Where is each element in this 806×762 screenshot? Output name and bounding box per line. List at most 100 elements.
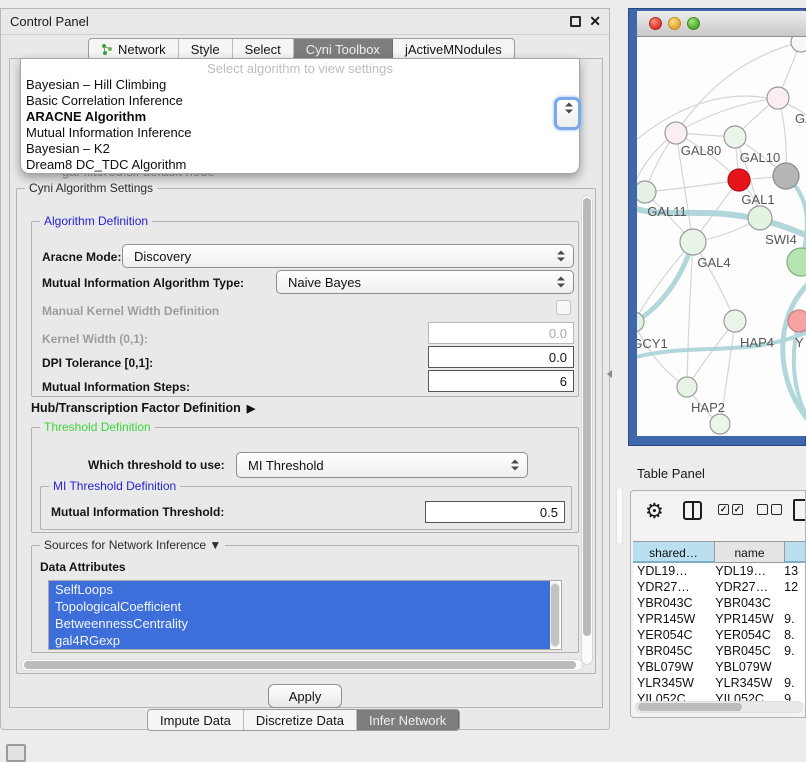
cell: 9. [778, 611, 806, 627]
kernel-width-field[interactable]: 0.0 [428, 322, 574, 344]
mi-steps-label: Mutual Information Steps: [42, 380, 190, 394]
list-item[interactable]: SelfLoops [49, 581, 550, 598]
collapse-arrow-icon[interactable]: ▼ [209, 538, 221, 552]
node-hap4[interactable] [724, 310, 746, 332]
node-label-gal4: GAL4 [697, 255, 730, 270]
data-attributes-label: Data Attributes [40, 560, 126, 574]
threshold-definition-legend: Threshold Definition [40, 420, 155, 434]
menu-item-basic-correlation[interactable]: Basic Correlation Inference [21, 93, 579, 109]
node-hap2[interactable] [677, 377, 697, 397]
table-row[interactable]: YDL19…YDL19…13 [633, 563, 806, 579]
node-gal10[interactable] [724, 126, 746, 148]
column-layout-icon[interactable] [683, 501, 702, 520]
mi-type-combobox[interactable]: Naive Bayes [276, 270, 574, 294]
cell: YDL19… [711, 563, 778, 579]
menu-item-mutual-information[interactable]: Mutual Information Inference [21, 125, 579, 141]
cell: YLR345W [633, 675, 711, 691]
panel-divider-scrollbar[interactable] [616, 487, 623, 545]
select-all-checkbox-icon[interactable]: ✓ [732, 504, 743, 515]
select-all-checkbox-icon[interactable]: ✓ [718, 504, 729, 515]
sources-legend-text: Sources for Network Inference [44, 538, 206, 552]
menu-item-bayesian-hill-climbing[interactable]: Bayesian – Hill Climbing [21, 77, 579, 93]
table-row[interactable]: YLR345WYLR345W9. [633, 675, 806, 691]
node-partial[interactable] [791, 37, 806, 52]
node-gal80[interactable] [665, 122, 687, 144]
table-row[interactable]: YBL079WYBL079W [633, 659, 806, 675]
algorithm-dropdown-placeholder: Select algorithm to view settings [21, 61, 579, 77]
minimized-window-icon[interactable] [6, 744, 26, 762]
manual-kernel-checkbox[interactable] [556, 300, 571, 315]
settings-horizontal-scrollbar[interactable] [21, 659, 583, 671]
node-gal1[interactable] [728, 169, 750, 191]
table-row[interactable]: YER054CYER054C8. [633, 627, 806, 643]
apply-button[interactable]: Apply [268, 684, 342, 708]
menu-item-bayesian-k2[interactable]: Bayesian – K2 [21, 141, 579, 157]
table-panel: ⚙ ✓ ✓ shared… name YDL19…YDL19…13 YDR27…… [630, 490, 806, 718]
column-header-cut[interactable] [785, 541, 806, 563]
table-header-row: shared… name [633, 541, 806, 563]
sources-legend[interactable]: Sources for Network Inference ▼ [40, 538, 225, 552]
node-pink[interactable] [788, 310, 806, 332]
kernel-width-label: Kernel Width (0,1): [42, 332, 148, 346]
node-gal11[interactable] [637, 181, 656, 203]
zoom-traffic-light-icon[interactable] [687, 17, 700, 30]
table-function-icon[interactable] [793, 499, 806, 521]
aracne-mode-combobox[interactable]: Discovery [122, 244, 574, 268]
mi-threshold-field[interactable]: 0.5 [425, 501, 565, 523]
deselect-checkbox-icon[interactable] [771, 504, 782, 515]
tab-style-label: Style [191, 42, 220, 57]
table-row[interactable]: YPR145WYPR145W9. [633, 611, 806, 627]
mi-type-value: Naive Bayes [288, 275, 361, 290]
tab-jactivemnodules[interactable]: jActiveMNodules [393, 39, 514, 59]
node-green[interactable] [787, 248, 806, 276]
hub-definition-text: Hub/Transcription Factor Definition [31, 401, 241, 415]
mi-steps-field[interactable]: 6 [428, 370, 574, 392]
table-body[interactable]: YDL19…YDL19…13 YDR27…YDR27…12 YBR043CYBR… [633, 563, 806, 703]
close-icon[interactable]: ✕ [589, 13, 601, 30]
expand-arrow-icon[interactable]: ▶ [247, 403, 255, 415]
list-item[interactable]: gal4RGexp [49, 632, 550, 649]
list-vertical-scrollbar[interactable] [550, 582, 560, 648]
menu-item-aracne[interactable]: ARACNE Algorithm [21, 109, 579, 125]
network-window-titlebar[interactable] [637, 11, 806, 37]
list-item[interactable]: TopologicalCoefficient [49, 598, 550, 615]
table-horizontal-scrollbar[interactable] [635, 701, 803, 713]
node-gray[interactable] [773, 163, 799, 189]
node-gal-cut[interactable] [767, 87, 789, 109]
tab-select[interactable]: Select [233, 39, 294, 59]
column-header-name[interactable]: name [715, 541, 785, 563]
tab-style[interactable]: Style [179, 39, 233, 59]
data-attributes-list[interactable]: SelfLoops TopologicalCoefficient Between… [48, 580, 562, 650]
node-label-gcy1: GCY1 [637, 336, 668, 351]
algorithm-combobox[interactable] [554, 97, 581, 130]
deselect-checkbox-icon[interactable] [757, 504, 768, 515]
menu-item-dream8[interactable]: Dream8 DC_TDC Algorithm [21, 157, 579, 173]
node-swi4[interactable] [748, 206, 772, 230]
cell [778, 595, 806, 611]
list-item[interactable]: BetweennessCentrality [49, 615, 550, 632]
tab-discretize-data-label: Discretize Data [256, 713, 344, 728]
table-row[interactable]: YBR043CYBR043C [633, 595, 806, 611]
node-labels: GAL80 GAL10 GAL1 GAL11 SWI4 GAL4 GCY1 HA… [637, 111, 806, 415]
tab-discretize-data[interactable]: Discretize Data [244, 710, 357, 730]
settings-vertical-scrollbar[interactable] [581, 195, 593, 665]
table-row[interactable]: YDR27…YDR27…12 [633, 579, 806, 595]
node-gal4[interactable] [680, 229, 706, 255]
gear-icon[interactable]: ⚙ [645, 499, 664, 524]
dpi-tolerance-field[interactable]: 0.0 [428, 346, 574, 368]
table-row[interactable]: YBR045CYBR045C9. [633, 643, 806, 659]
tab-infer-network[interactable]: Infer Network [357, 710, 459, 730]
which-threshold-combobox[interactable]: MI Threshold [236, 452, 528, 478]
close-traffic-light-icon[interactable] [649, 17, 662, 30]
tab-network[interactable]: Network [89, 39, 179, 59]
minimize-traffic-light-icon[interactable] [668, 17, 681, 30]
column-header-shared[interactable]: shared… [633, 541, 715, 563]
float-window-icon[interactable] [570, 16, 581, 27]
hub-definition-label[interactable]: Hub/Transcription Factor Definition ▶ [31, 401, 255, 415]
tab-impute-data[interactable]: Impute Data [148, 710, 244, 730]
network-canvas[interactable]: GAL80 GAL10 GAL1 GAL11 SWI4 GAL4 GCY1 HA… [637, 37, 806, 436]
split-pane-collapse-icon[interactable] [607, 370, 612, 378]
tab-cyni-toolbox[interactable]: Cyni Toolbox [294, 39, 393, 59]
mi-threshold-group: MI Threshold Definition Mutual Informati… [40, 486, 572, 530]
node-bottom[interactable] [710, 414, 730, 434]
